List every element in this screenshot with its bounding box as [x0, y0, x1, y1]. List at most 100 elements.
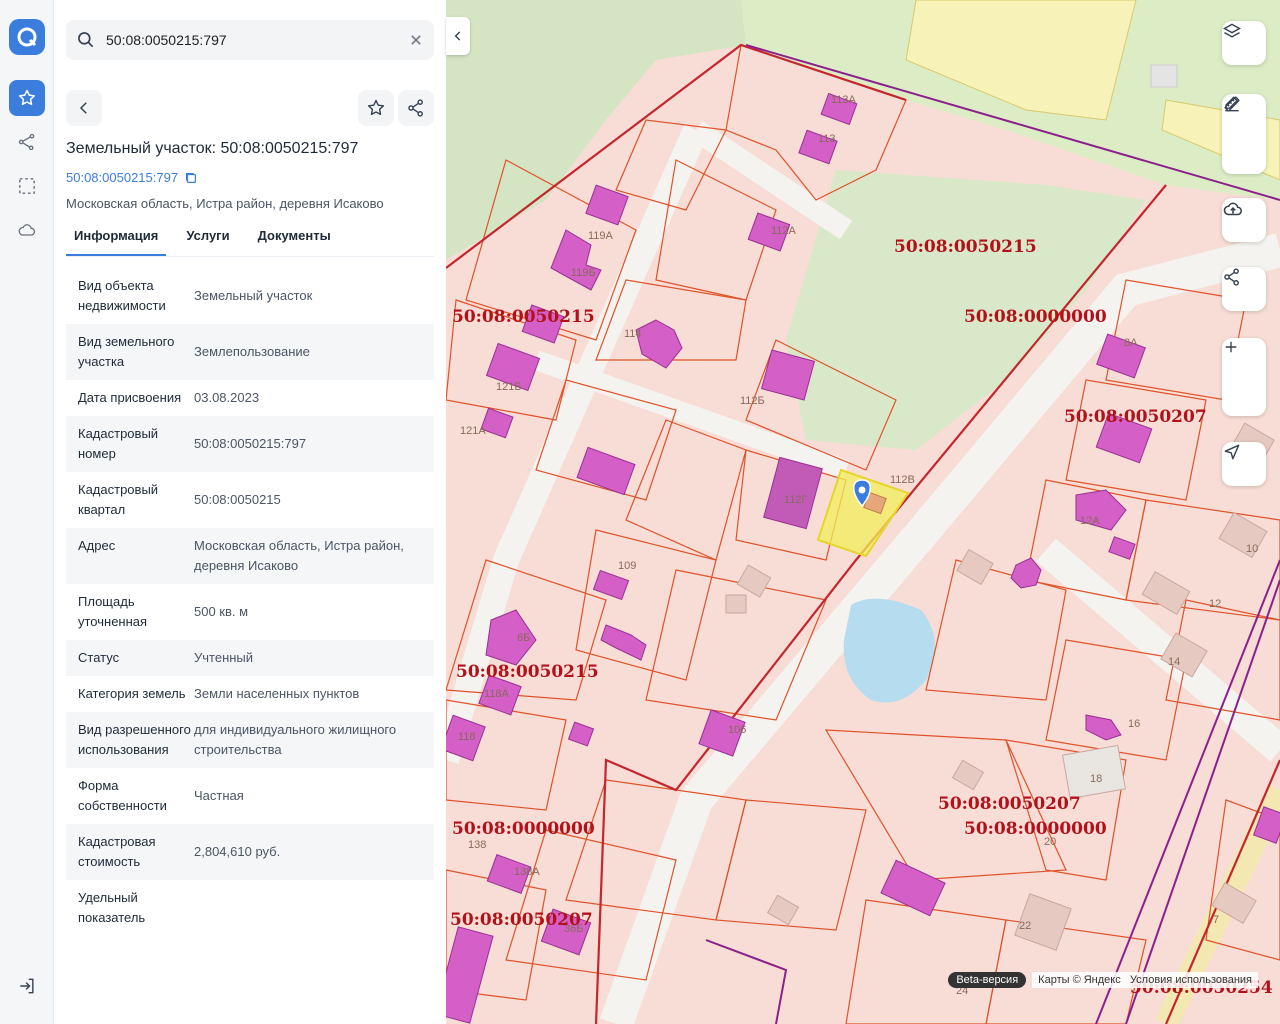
tab-services[interactable]: Услуги — [178, 226, 237, 256]
star-icon — [367, 99, 385, 116]
favorites-star-icon[interactable] — [9, 80, 45, 116]
quarter-label: 50:08:0000000 — [964, 819, 1107, 839]
edit-icon[interactable] — [1222, 96, 1266, 170]
property-key: Форма собственности — [78, 778, 167, 813]
house-label: 8А — [1124, 337, 1138, 349]
house-label: 119А — [588, 230, 613, 242]
house-label: 16 — [1128, 718, 1141, 730]
share-icon — [408, 99, 423, 117]
property-row: Вид разрешенного использования для индиви… — [66, 712, 434, 768]
property-value: 50:08:0050215:797 — [194, 436, 307, 451]
house-label: 6Б — [517, 632, 531, 644]
terms-link[interactable]: Условия использования — [1130, 974, 1252, 986]
property-key: Кадастровый квартал — [78, 482, 159, 517]
clear-icon[interactable] — [406, 30, 426, 55]
house-label: 112А — [771, 225, 796, 237]
info-panel: 50:08:0050215:797 Земельный участок: 50:… — [54, 0, 446, 1024]
cloud-icon[interactable] — [9, 212, 45, 248]
house-label: 113А — [831, 94, 856, 106]
search-input[interactable]: 50:08:0050215:797 — [106, 32, 227, 48]
house-label: 113 — [818, 133, 836, 145]
map-share-button[interactable] — [1222, 267, 1266, 311]
search-box[interactable]: 50:08:0050215:797 — [66, 20, 434, 60]
geolocation-button[interactable] — [1222, 442, 1266, 486]
share-icon — [1222, 268, 1266, 307]
property-row: Удельный показатель — [66, 880, 434, 936]
property-row: Вид земельного участка Землепользование — [66, 324, 434, 380]
collapse-panel-button[interactable] — [446, 17, 470, 55]
house-label: 138А — [514, 866, 540, 878]
property-row: Дата присвоения 03.08.2023 — [66, 380, 434, 416]
property-key: Вид объекта недвижимости — [78, 278, 166, 313]
property-row: Статус Учтенный — [66, 640, 434, 676]
house-label: 119Б — [571, 267, 596, 279]
property-row: Форма собственности Частная — [66, 768, 434, 824]
chevron-left-icon — [454, 31, 461, 41]
property-value: Земельный участок — [194, 288, 313, 303]
house-label: 114 — [624, 328, 642, 340]
search-icon — [76, 30, 96, 55]
route-icon[interactable] — [9, 124, 45, 160]
property-key: Удельный показатель — [78, 890, 146, 925]
quarter-label: 50:08:0000000 — [964, 307, 1107, 327]
back-button[interactable] — [66, 90, 102, 126]
cloud-upload-icon — [1222, 202, 1266, 238]
house-label: 22 — [1019, 920, 1032, 932]
house-label: 14 — [1168, 656, 1181, 668]
layers-button[interactable] — [1222, 21, 1266, 65]
property-value: Московская область, Истра район, деревня… — [194, 538, 404, 573]
zoom-out-icon[interactable] — [1222, 346, 1266, 413]
app-logo-icon[interactable] — [9, 19, 45, 55]
property-row: Кадастровый номер 50:08:0050215:797 — [66, 416, 434, 472]
selection-area-icon[interactable] — [9, 168, 45, 204]
tab-info[interactable]: Информация — [66, 226, 167, 256]
navigation-arrow-icon — [1222, 444, 1266, 482]
tab-documents[interactable]: Документы — [250, 226, 339, 256]
house-label: 112В — [890, 474, 915, 486]
properties-table: Вид объекта недвижимости Земельный участо… — [66, 268, 434, 936]
property-value: 2,804,610 руб. — [194, 844, 281, 859]
house-label: 121А — [460, 425, 486, 437]
upload-button[interactable] — [1222, 198, 1266, 242]
property-row: Кадастровая стоимость 2,804,610 руб. — [66, 824, 434, 880]
object-title: Земельный участок: 50:08:0050215:797 — [66, 140, 359, 157]
cad-number-text[interactable]: 50:08:0050215:797 — [66, 170, 178, 185]
map-view[interactable]: 113А 113 112А 119А 119Б 114 121Б 121А 11… — [446, 0, 1280, 1024]
house-label: 112Г — [784, 494, 808, 506]
left-rail — [0, 0, 54, 1024]
property-value: Частная — [194, 788, 244, 803]
copyright-text: Карты © Яндекс — [1038, 974, 1121, 986]
copy-icon[interactable] — [184, 171, 198, 185]
tab-divider — [66, 256, 434, 257]
house-label: 109 — [618, 560, 637, 572]
house-label: 121Б — [496, 381, 522, 393]
house-label: 12А — [1080, 515, 1100, 527]
tab-bar: Информация Услуги Документы — [66, 226, 351, 256]
property-value: для индивидуального жилищного строительс… — [194, 722, 397, 757]
property-value: Землепользование — [194, 344, 310, 359]
house-label: 106 — [728, 724, 747, 736]
cad-number-link[interactable]: 50:08:0050215:797 — [66, 170, 198, 185]
house-label: 10 — [1246, 543, 1259, 555]
map-copyright: Карты © Яндекс Условия использования — [1032, 972, 1258, 988]
quarter-label: 50:08:0050207 — [1064, 407, 1207, 427]
logout-icon[interactable] — [9, 968, 45, 1004]
house-label: 18 — [1090, 773, 1103, 785]
property-key: Дата присвоения — [78, 390, 182, 405]
property-value: 50:08:0050215 — [194, 492, 281, 507]
property-row: Категория земель Земли населенных пунктов — [66, 676, 434, 712]
share-button[interactable] — [398, 90, 434, 126]
house-label: 12 — [1209, 598, 1222, 610]
property-value: 03.08.2023 — [194, 390, 260, 405]
property-key: Вид земельного участка — [78, 334, 175, 369]
map-canvas[interactable] — [446, 0, 1280, 1024]
property-value: Земли населенных пунктов — [194, 686, 360, 701]
object-address: Московская область, Истра район, деревня… — [66, 196, 384, 211]
chevron-left-icon — [79, 102, 87, 114]
property-row: Площадь уточненная 500 кв. м — [66, 584, 434, 640]
house-label: 7 — [1213, 914, 1220, 926]
favorite-button[interactable] — [358, 90, 394, 126]
property-key: Кадастровый номер — [78, 426, 159, 461]
house-label: 118 — [458, 731, 476, 743]
property-key: Категория земель — [78, 686, 186, 701]
